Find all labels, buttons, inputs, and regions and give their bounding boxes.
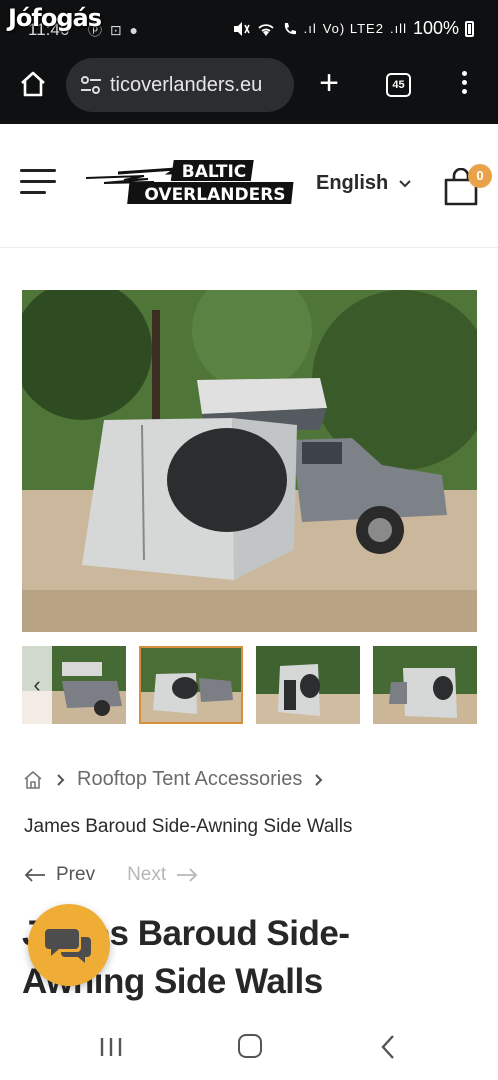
- system-nav-bar: [0, 1012, 498, 1080]
- chevron-right-icon: [315, 773, 323, 786]
- hamburger-icon[interactable]: [20, 169, 56, 197]
- url-bar[interactable]: ticoverlanders.eu: [66, 58, 294, 112]
- arrow-left-icon: [24, 868, 45, 882]
- site-header: BALTIC OVERLANDERS English 0: [0, 124, 498, 248]
- url-text: ticoverlanders.eu: [110, 73, 263, 96]
- chat-icon: [45, 929, 91, 963]
- battery-icon: [465, 20, 474, 37]
- product-pager: Prev Next: [24, 864, 198, 886]
- language-label: English: [316, 172, 389, 194]
- chevron-right-icon: [57, 773, 65, 786]
- nav-back-icon[interactable]: [380, 1034, 396, 1060]
- plus-icon[interactable]: +: [316, 66, 342, 100]
- logo-line1: BALTIC: [182, 162, 247, 182]
- browser-toolbar: ticoverlanders.eu + 45: [0, 56, 498, 114]
- recent-apps-icon[interactable]: [98, 1036, 124, 1058]
- prev-label: Prev: [56, 864, 96, 885]
- language-selector[interactable]: English: [316, 172, 412, 195]
- thumbnail-strip: ‹: [22, 646, 477, 724]
- thumbnail-image: [373, 646, 477, 724]
- product-photo: [22, 290, 477, 632]
- thumbnail-2[interactable]: [139, 646, 243, 724]
- prev-product-link[interactable]: Prev: [24, 864, 95, 886]
- logo-line2: OVERLANDERS: [144, 185, 285, 205]
- mute-icon: [233, 21, 250, 36]
- thumbnail-image: [141, 648, 241, 722]
- watermark-logo: Jófogás: [8, 4, 102, 32]
- breadcrumb-home-icon[interactable]: [22, 769, 44, 791]
- thumbnail-1[interactable]: ‹: [22, 646, 126, 724]
- thumbnail-4[interactable]: [373, 646, 477, 724]
- chevron-left-icon[interactable]: ‹: [22, 646, 52, 724]
- product-main-image[interactable]: [22, 290, 477, 632]
- network-label: Vo) LTE2: [322, 21, 384, 36]
- site-logo[interactable]: BALTIC OVERLANDERS: [84, 158, 298, 208]
- thumbnail-3[interactable]: [256, 646, 360, 724]
- tune-icon[interactable]: [80, 75, 102, 95]
- nav-home-icon[interactable]: [238, 1034, 262, 1058]
- breadcrumb-current-page: James Baroud Side-Awning Side Walls: [24, 816, 353, 837]
- call-icon: [284, 22, 296, 34]
- arrow-right-icon: [177, 868, 198, 882]
- battery-percent: 100%: [412, 18, 459, 38]
- wifi-icon: [257, 23, 274, 36]
- breadcrumb-category-link[interactable]: Rooftop Tent Accessories: [77, 768, 302, 791]
- menu-dots-icon[interactable]: [460, 71, 468, 99]
- chat-button[interactable]: [28, 904, 110, 986]
- breadcrumb: Rooftop Tent Accessories: [22, 768, 323, 791]
- chevron-down-icon: [399, 179, 411, 187]
- cart-count-badge: 0: [468, 164, 492, 188]
- status-right-group: .ıl Vo) LTE2 .ıll 100%: [232, 18, 474, 39]
- signal-icon: .ıl: [303, 21, 317, 36]
- next-label: Next: [127, 864, 167, 885]
- tabs-icon[interactable]: 45: [386, 73, 411, 97]
- status-bar: 11:46 ⓟ ⊡ ● Jófogás .ıl Vo) LTE2 .ıll 10…: [0, 0, 498, 52]
- next-product-link[interactable]: Next: [127, 864, 198, 886]
- signal-icon-2: .ıll: [389, 21, 407, 36]
- browser-chrome: 11:46 ⓟ ⊡ ● Jófogás .ıl Vo) LTE2 .ıll 10…: [0, 0, 498, 124]
- home-icon[interactable]: [18, 69, 48, 99]
- thumbnail-image: [256, 646, 360, 724]
